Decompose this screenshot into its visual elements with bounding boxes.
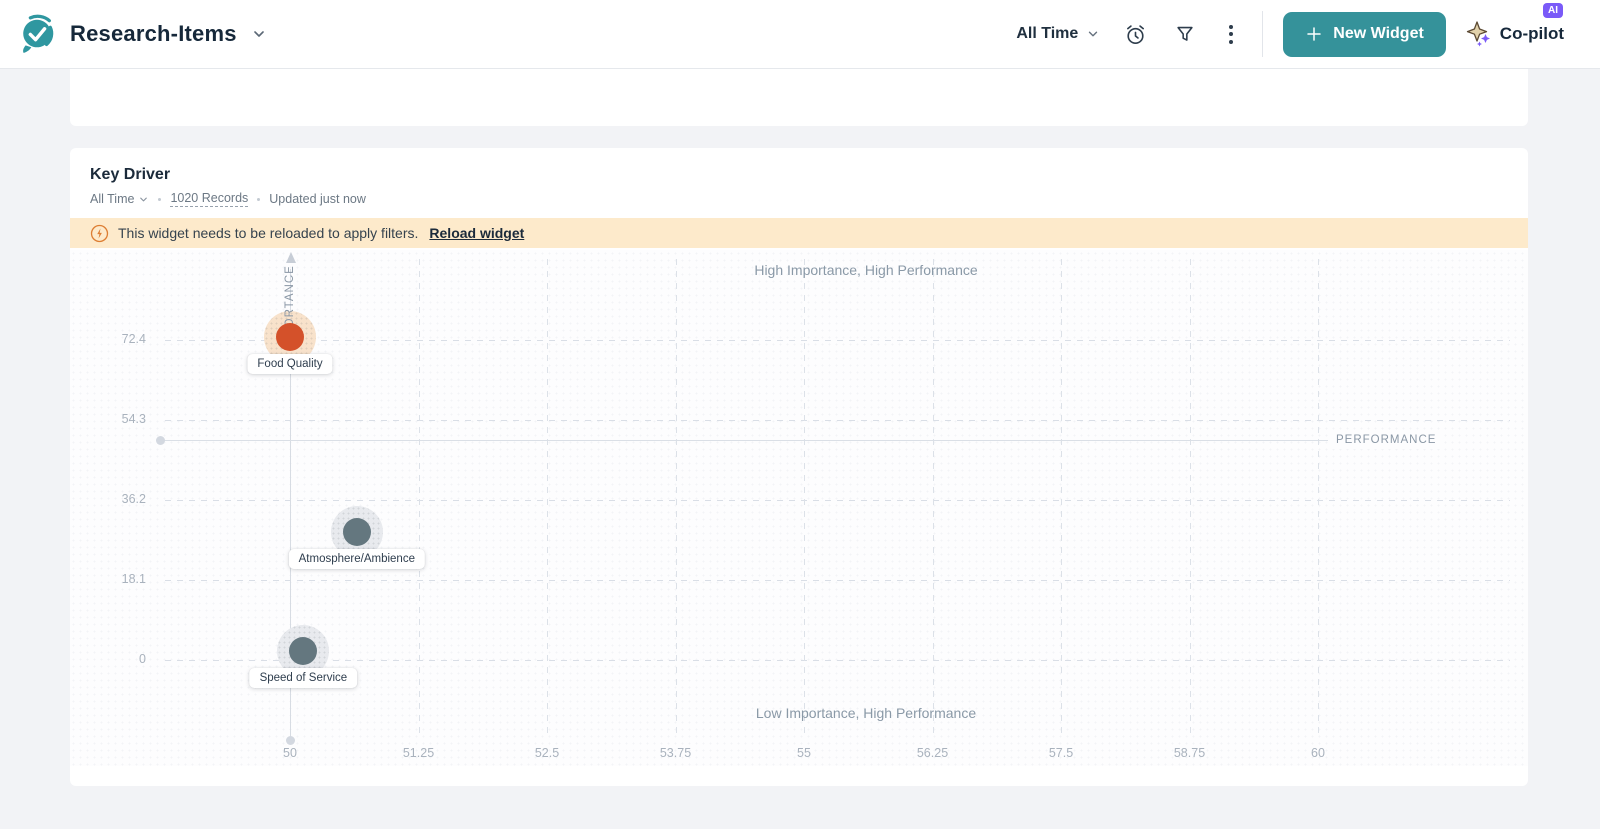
data-point-label: Speed of Service (250, 668, 358, 688)
y-axis-tick-label: 36.2 (84, 492, 146, 506)
data-point-label: Atmosphere/Ambience (289, 549, 425, 569)
y-gridline (165, 420, 1510, 421)
copilot-sparkle-icon (1466, 20, 1492, 48)
copilot-label: Co-pilot (1500, 24, 1564, 44)
key-driver-chart: 0 18.1 36.2 54.3 72.4 50 51.25 52.5 53.75 55 56.25… (70, 250, 1528, 766)
x-axis-tick-label: 52.5 (515, 746, 579, 760)
x-gridline (419, 259, 420, 739)
y-gridline (165, 500, 1510, 501)
x-gridline (547, 259, 548, 739)
x-axis-tick-label: 50 (258, 746, 322, 760)
y-axis-tick-label: 72.4 (84, 332, 146, 346)
chevron-down-icon (1086, 27, 1100, 41)
performance-axis-label: PERFORMANCE (1328, 432, 1444, 449)
y-axis-tick-label: 18.1 (84, 572, 146, 586)
quadrant-label-top: High Importance, High Performance (754, 262, 977, 278)
x-axis-tick-label: 55 (772, 746, 836, 760)
new-widget-button[interactable]: New Widget (1283, 12, 1446, 57)
global-time-filter-label: All Time (1016, 25, 1078, 43)
performance-axis-start-dot (156, 436, 165, 445)
x-gridline (676, 259, 677, 739)
meta-separator-dot (158, 198, 161, 201)
copilot-button[interactable]: Co-pilot (1466, 20, 1564, 48)
y-gridline (165, 660, 1510, 661)
alarm-clock-icon[interactable] (1120, 19, 1150, 49)
y-gridline (165, 580, 1510, 581)
quadrant-label-bottom: Low Importance, High Performance (756, 705, 976, 721)
ai-badge: AI (1543, 3, 1563, 18)
dashboard-title[interactable]: Research-Items (70, 21, 237, 47)
banner-message: This widget needs to be reloaded to appl… (118, 225, 418, 241)
importance-axis-end-dot (286, 736, 295, 745)
x-axis-tick-label: 60 (1286, 746, 1350, 760)
x-gridline (1318, 259, 1319, 739)
x-axis-tick-label: 53.75 (644, 746, 708, 760)
y-axis-tick-label: 54.3 (84, 412, 146, 426)
updated-status: Updated just now (269, 192, 366, 206)
x-axis-tick-label: 57.5 (1029, 746, 1093, 760)
widget-time-filter-label: All Time (90, 192, 134, 206)
previous-widget-card-partial (70, 69, 1528, 126)
reload-warning-banner: This widget needs to be reloaded to appl… (70, 218, 1528, 248)
x-axis-tick-label: 58.75 (1158, 746, 1222, 760)
lightning-bolt-icon (90, 224, 109, 243)
x-gridline (804, 259, 805, 739)
y-axis-tick-label: 0 (84, 652, 146, 666)
reload-widget-link[interactable]: Reload widget (429, 225, 524, 241)
widget-title: Key Driver (90, 166, 1508, 184)
x-gridline (1061, 259, 1062, 739)
x-axis-tick-label: 56.25 (901, 746, 965, 760)
header-divider (1262, 11, 1263, 57)
app-header: Research-Items All Time N (0, 0, 1600, 69)
filter-funnel-icon[interactable] (1170, 19, 1200, 49)
new-widget-button-label: New Widget (1333, 25, 1424, 43)
x-gridline (933, 259, 934, 739)
data-point-label: Food Quality (247, 354, 332, 374)
widget-time-filter[interactable]: All Time (90, 192, 149, 206)
y-gridline (165, 340, 1510, 341)
app-logo-icon[interactable] (18, 14, 56, 54)
meta-separator-dot (257, 198, 260, 201)
dashboard-title-chevron-down-icon[interactable] (251, 26, 267, 42)
x-axis-tick-label: 51.25 (387, 746, 451, 760)
key-driver-widget-card: Key Driver All Time 1020 Records Updated… (70, 148, 1528, 786)
x-gridline (1190, 259, 1191, 739)
data-point[interactable] (343, 518, 371, 546)
global-time-filter[interactable]: All Time (1016, 25, 1100, 43)
records-count-link[interactable]: 1020 Records (170, 191, 248, 207)
performance-axis-line (160, 440, 1418, 441)
more-options-kebab-icon[interactable] (1220, 25, 1242, 44)
